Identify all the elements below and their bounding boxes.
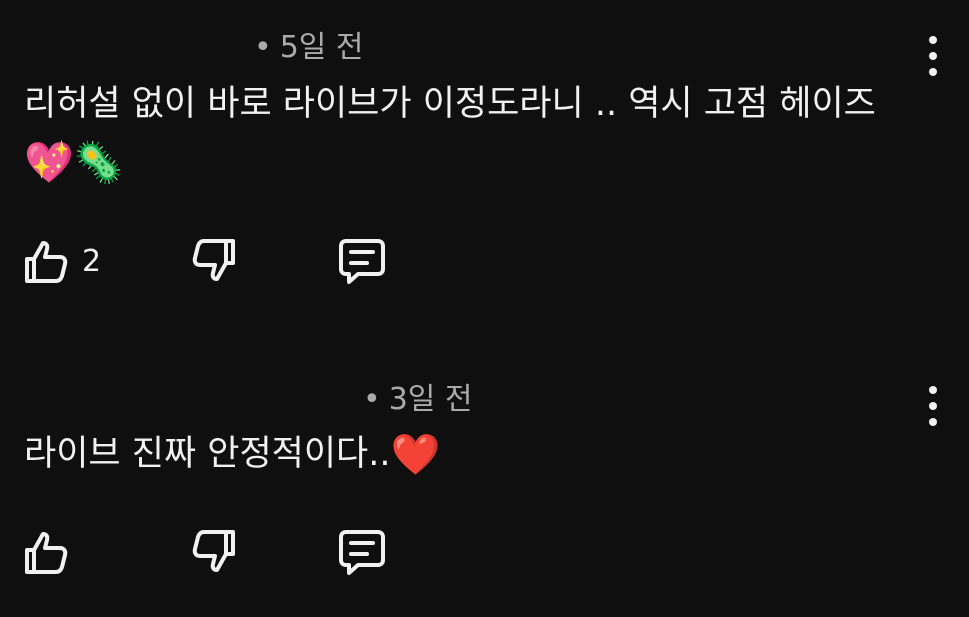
- red-heart-emoji: ❤️: [390, 432, 441, 478]
- comment-icon: [339, 239, 385, 284]
- more-options-button[interactable]: [923, 386, 943, 426]
- reply-button[interactable]: [336, 235, 388, 287]
- comment-text-content: 라이브 진짜 안정적이다..: [24, 434, 391, 474]
- microbe-emoji: 🦠: [73, 140, 124, 186]
- comment-timestamp[interactable]: 3일 전: [389, 382, 473, 417]
- comment-icon: [339, 530, 385, 575]
- more-vertical-icon: [929, 402, 937, 410]
- more-vertical-icon: [929, 36, 937, 44]
- reply-button[interactable]: [336, 526, 388, 578]
- comment-text-content: 리허설 없이 바로 라이브가 이정도라니 .. 역시 고점 헤이즈: [24, 84, 876, 124]
- more-options-button[interactable]: [923, 36, 943, 76]
- meta-separator: •: [254, 30, 272, 65]
- like-button[interactable]: 2: [20, 235, 101, 287]
- comment-action-bar: [20, 526, 440, 578]
- meta-separator: •: [363, 382, 381, 417]
- like-count: 2: [82, 243, 102, 279]
- comment-text: 라이브 진짜 안정적이다..❤️: [24, 425, 924, 484]
- comment-action-bar: 2: [20, 235, 440, 287]
- thumbs-up-icon: [25, 241, 68, 283]
- comment-timestamp[interactable]: 5일 전: [280, 30, 364, 65]
- dislike-button[interactable]: [188, 235, 240, 287]
- thumbs-up-icon: [25, 532, 68, 574]
- comment-text: 리허설 없이 바로 라이브가 이정도라니 .. 역시 고점 헤이즈 💖🦠: [24, 75, 924, 192]
- more-vertical-icon: [929, 386, 937, 394]
- comment-item: • 5일 전 리허설 없이 바로 라이브가 이정도라니 .. 역시 고점 헤이즈 …: [0, 0, 969, 340]
- more-vertical-icon: [929, 52, 937, 60]
- thumbs-down-icon: [192, 239, 235, 281]
- more-vertical-icon: [929, 418, 937, 426]
- comment-meta: • 3일 전: [363, 374, 473, 418]
- more-vertical-icon: [929, 68, 937, 76]
- like-button[interactable]: [20, 526, 82, 578]
- thumbs-down-icon: [192, 530, 235, 572]
- dislike-button[interactable]: [188, 526, 240, 578]
- comment-meta: • 5일 전: [254, 22, 364, 66]
- sparkling-heart-emoji: 💖: [24, 140, 74, 186]
